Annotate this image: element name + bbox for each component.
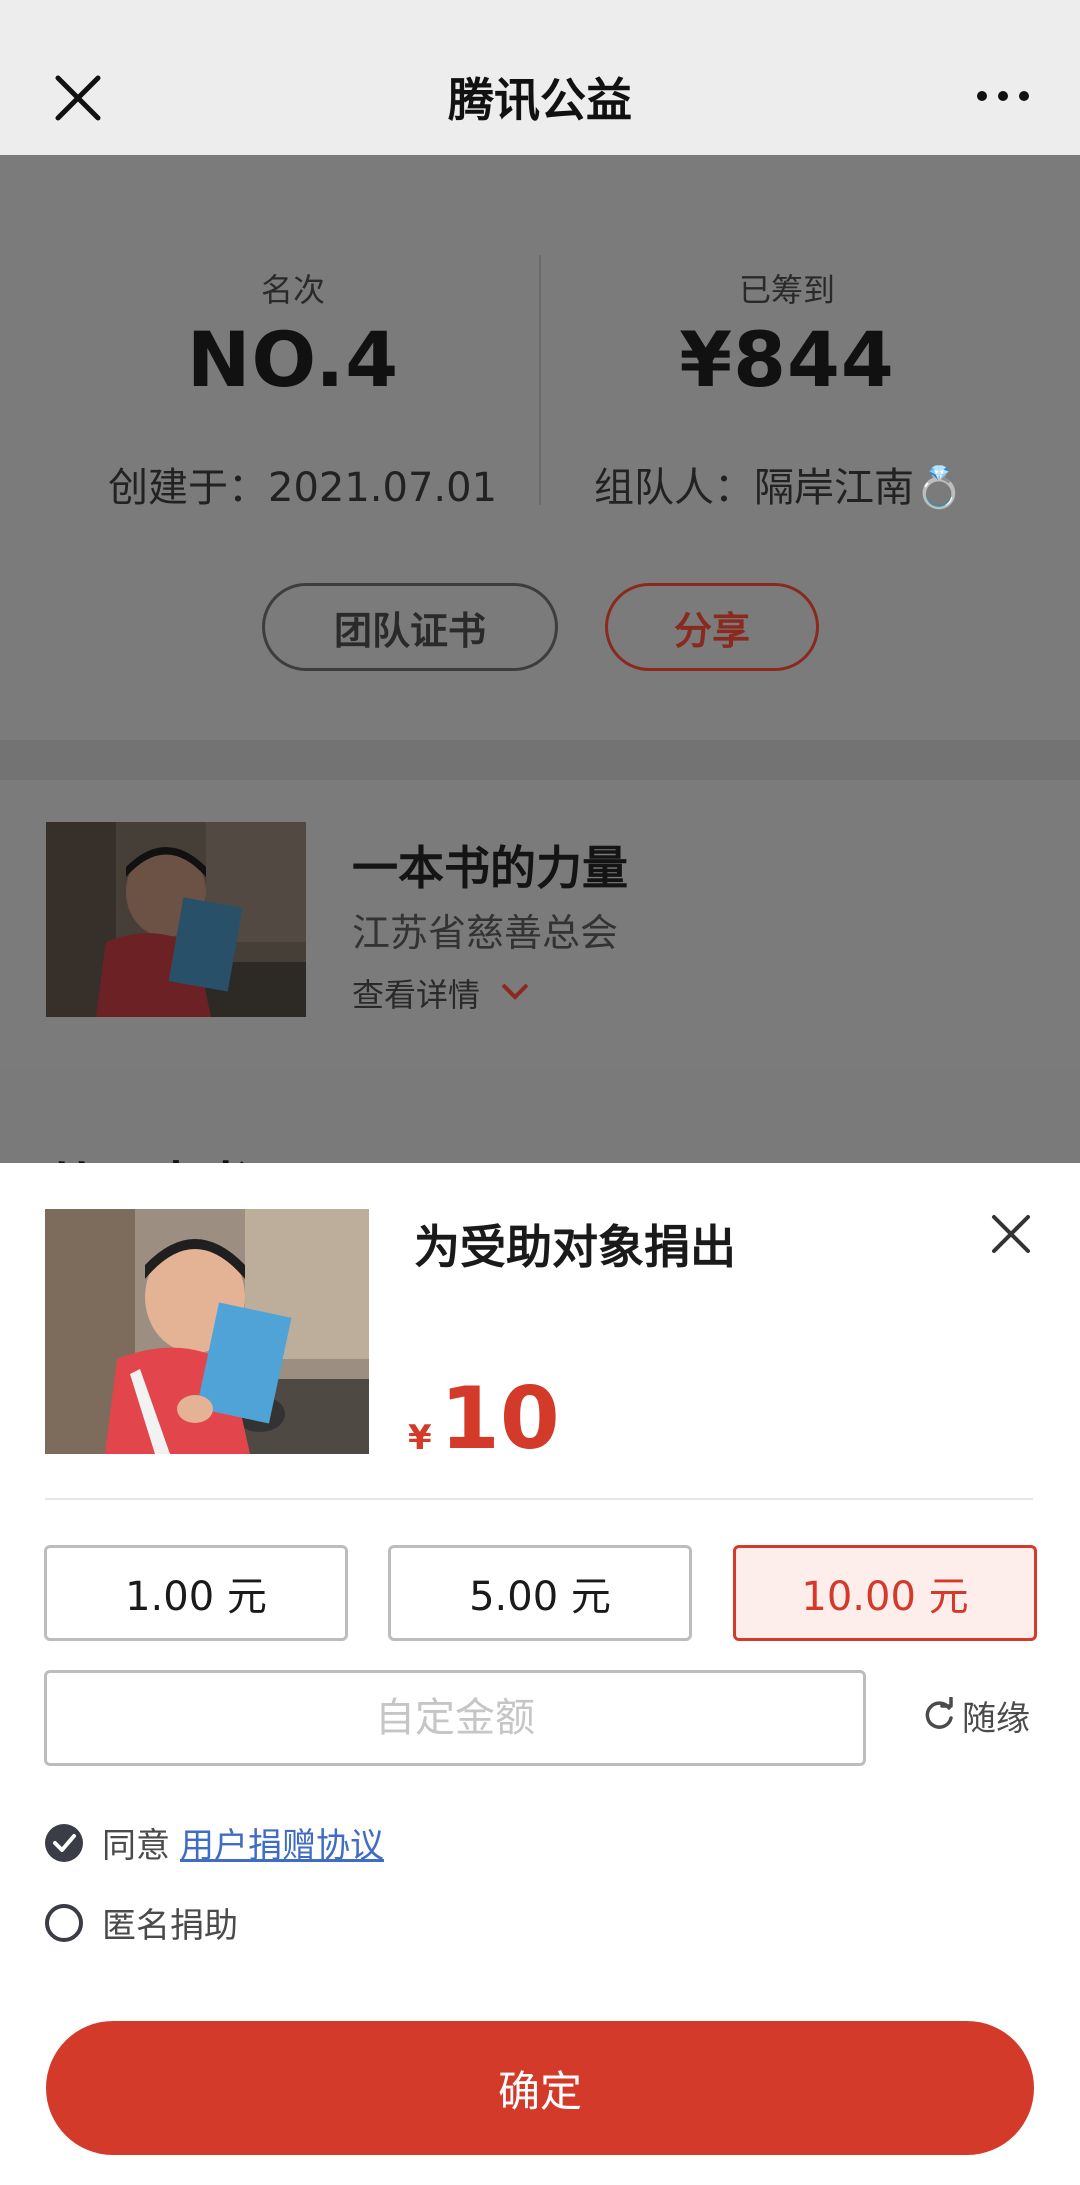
donation-sheet: 为受助对象捐出 ¥ 10 1.00 元 5.00 元 10.00 元 随缘 同意… [0, 1163, 1080, 2185]
page-title: 腾讯公益 [448, 73, 632, 127]
project-organization: 江苏省慈善总会 [352, 911, 619, 955]
sheet-title: 为受助对象捐出 [414, 1220, 736, 1274]
amount-option-1[interactable]: 1.00 元 [44, 1545, 348, 1641]
team-leader: 组队人：隔岸江南💍 [594, 465, 964, 511]
anonymous-row[interactable]: 匿名捐助 [44, 1898, 238, 1947]
stats-divider [539, 255, 541, 505]
team-certificate-button[interactable]: 团队证书 [262, 583, 558, 671]
random-amount-label: 随缘 [962, 1699, 1030, 1739]
divider [45, 1498, 1033, 1500]
project-card: 一本书的力量 江苏省慈善总会 查看详情 [0, 780, 1080, 1070]
custom-amount-input[interactable] [44, 1670, 866, 1766]
agree-label: 同意 [102, 1826, 170, 1866]
amount-option-5[interactable]: 5.00 元 [388, 1545, 692, 1641]
view-details-link[interactable]: 查看详情 [352, 970, 480, 1016]
project-image [46, 822, 306, 1017]
amount-option-10-selected[interactable]: 10.00 元 [733, 1545, 1037, 1641]
unchecked-circle-icon[interactable] [44, 1903, 84, 1943]
currency-symbol: ¥ [408, 1418, 432, 1458]
checked-circle-icon[interactable] [44, 1823, 84, 1863]
share-button[interactable]: 分享 [605, 583, 819, 671]
rank-value: NO.4 [186, 315, 400, 404]
agreement-row[interactable]: 同意 用户捐赠协议 [44, 1818, 384, 1867]
more-options-icon[interactable] [975, 88, 1031, 104]
chevron-down-icon[interactable] [500, 980, 530, 1002]
refresh-icon [925, 1696, 953, 1729]
project-name: 一本书的力量 [352, 841, 628, 895]
raised-value: ¥844 [679, 315, 895, 404]
donation-amount: 10 [440, 1369, 560, 1469]
close-sheet-icon[interactable] [990, 1213, 1032, 1255]
team-stats-card: 名次 NO.4 已筹到 ¥844 创建于：2021.07.01 组队人：隔岸江南… [0, 155, 1080, 740]
top-nav-bar: 腾讯公益 [0, 0, 1080, 155]
random-amount-button[interactable]: 随缘 [920, 1691, 1030, 1740]
section-gap [0, 740, 1080, 780]
created-date: 创建于：2021.07.01 [108, 465, 498, 511]
rank-label: 名次 [260, 271, 325, 309]
user-agreement-link[interactable]: 用户捐赠协议 [180, 1818, 384, 1867]
confirm-button[interactable]: 确定 [46, 2021, 1034, 2155]
beneficiary-image [45, 1209, 369, 1454]
anonymous-label: 匿名捐助 [102, 1906, 238, 1946]
raised-label: 已筹到 [738, 271, 835, 309]
